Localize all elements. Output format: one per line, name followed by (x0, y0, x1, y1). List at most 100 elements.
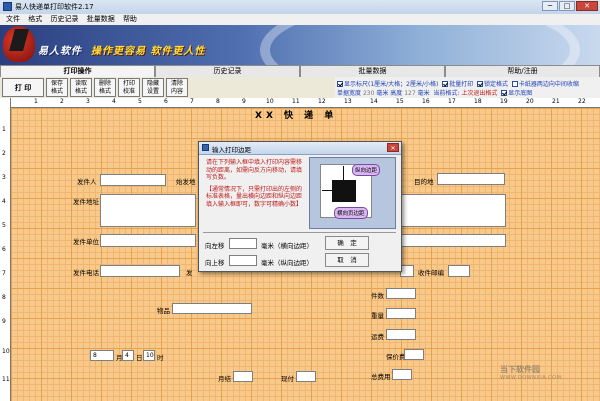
minimize-button[interactable]: ─ (542, 1, 558, 11)
ruler-left: 1 2 3 4 5 6 7 8 9 10 11 (0, 98, 11, 401)
tab-history[interactable]: 历史记录 (155, 65, 300, 77)
cancel-button[interactable]: 取 消 (325, 253, 369, 267)
ruler-top-mark: 19 (500, 98, 508, 105)
ok-button[interactable]: 确 定 (325, 236, 369, 250)
sender-address-field[interactable] (100, 194, 196, 227)
menu-batch[interactable]: 批量数据 (87, 14, 115, 25)
ruler-left-mark: 2 (2, 150, 6, 157)
pieces-label: 件数 (371, 292, 384, 300)
menu-history[interactable]: 历史记录 (50, 14, 78, 25)
ruler-left-mark: 4 (2, 198, 6, 205)
goods-field[interactable] (172, 303, 252, 314)
receiver-zip-field[interactable] (448, 265, 470, 277)
sender-phone-field[interactable] (100, 265, 180, 277)
sender-phone-label: 发件电话 (73, 269, 99, 277)
left-shift-input[interactable] (229, 238, 257, 249)
margin-illustration: 纵向边距 横向页边距 (309, 157, 396, 229)
dialog-icon (202, 144, 209, 151)
maximize-button[interactable]: □ (559, 1, 575, 11)
show-bg-checkbox[interactable] (501, 90, 508, 96)
ruler-top-mark: 21 (552, 98, 560, 105)
receiver-phone-field[interactable] (400, 265, 414, 277)
weight-label: 重量 (371, 312, 384, 320)
time-field[interactable]: 10 (143, 350, 155, 361)
destination-label: 目的地 (414, 178, 434, 186)
freight-field[interactable] (386, 329, 416, 340)
ruler-top-mark: 2 (60, 98, 64, 105)
ruler-top-mark: 10 (266, 98, 274, 105)
receiver-org-field[interactable] (400, 234, 506, 247)
window-controls: ─ □ ✕ (541, 1, 598, 12)
cod-field[interactable] (296, 371, 316, 382)
tab-help[interactable]: 帮助/注册 (445, 65, 600, 77)
title-bar: 易人快递单打印软件2.17 ─ □ ✕ (0, 0, 600, 15)
weight-field[interactable] (386, 308, 416, 319)
day-field[interactable]: 4 (122, 350, 134, 361)
cod-label: 现付 (281, 375, 294, 383)
ruler-top-mark: 18 (474, 98, 482, 105)
dialog-desc-line1: 请在下列输入框中填入打印内容需移动的距离，如需向反方向移动，请填写负数。 (206, 159, 303, 181)
dialog-desc-line2: 【通常情况下，只需打印出的左侧的标准表格，量出横向边距和纵向边距填入输入框即可，… (206, 185, 303, 208)
hide-settings-button[interactable]: 隐藏 设置 (142, 78, 164, 97)
dialog-divider (203, 232, 396, 233)
destination-field[interactable] (437, 173, 505, 185)
height-value[interactable]: 127 (404, 90, 415, 97)
ruler-top-mark: 17 (448, 98, 456, 105)
month-field[interactable]: 8 (90, 350, 114, 361)
menu-file[interactable]: 文件 (6, 14, 20, 25)
tab-batch[interactable]: 批量数据 (300, 65, 445, 77)
pieces-field[interactable] (386, 288, 416, 299)
receiver-zip-label: 收件邮编 (418, 269, 444, 277)
dialog-close-icon[interactable]: ✕ (387, 143, 399, 152)
options-panel: 显示标尺(1厘米/大格；2厘米/小格) 批量打印 锁定格式 卡纸器两边向中间收缩… (335, 77, 600, 99)
tab-print[interactable]: 打印操作 (0, 65, 155, 77)
clear-content-button[interactable]: 清除 内容 (166, 78, 188, 97)
current-format-value: 上次退出格式 (461, 90, 498, 97)
tab-bar: 打印操作 历史记录 批量数据 帮助/注册 (0, 65, 600, 77)
ruler-top-mark: 11 (292, 98, 300, 105)
ruler-left-mark: 6 (2, 246, 6, 253)
menu-help[interactable]: 帮助 (123, 14, 137, 25)
ruler-top-mark: 7 (190, 98, 194, 105)
insured-field[interactable] (404, 349, 424, 360)
ruler-top-mark: 20 (526, 98, 534, 105)
lock-format-label: 锁定格式 (484, 81, 509, 88)
ruler-left-mark: 9 (2, 318, 6, 325)
ruler-top-mark: 15 (396, 98, 404, 105)
close-button[interactable]: ✕ (576, 1, 598, 11)
slogan-brand: 易人软件 (38, 46, 82, 57)
day-label: 日 (136, 354, 143, 362)
show-ruler-checkbox[interactable] (337, 81, 343, 87)
up-shift-input[interactable] (229, 255, 257, 266)
window-title: 易人快递单打印软件2.17 (15, 3, 94, 11)
prepaid-label: 月结 (218, 375, 231, 383)
ruler-top-mark: 4 (112, 98, 116, 105)
sender-org-field[interactable] (100, 234, 196, 247)
ruler-left-mark: 8 (2, 294, 6, 301)
ruler-left-mark: 5 (2, 222, 6, 229)
ruler-top-mark: 5 (138, 98, 142, 105)
calibrate-button[interactable]: 打印 校准 (118, 78, 140, 97)
ruler-top-mark: 22 (578, 98, 586, 105)
watermark-main: 当下软件园 (500, 365, 540, 374)
batch-print-checkbox[interactable] (442, 81, 449, 87)
lock-format-checkbox[interactable] (477, 81, 484, 87)
width-unit: 毫米 (376, 90, 389, 97)
receiver-address-field[interactable] (400, 194, 506, 227)
delete-format-button[interactable]: 删除 格式 (94, 78, 116, 97)
slogan-text: 操作更容易 软件更人性 (90, 46, 206, 57)
width-value[interactable]: 230 (363, 90, 374, 97)
shrink-checkbox[interactable] (511, 81, 518, 87)
menu-format[interactable]: 格式 (28, 14, 42, 25)
load-format-button[interactable]: 读取 格式 (70, 78, 92, 97)
save-format-button[interactable]: 保存 格式 (46, 78, 68, 97)
prepaid-field[interactable] (233, 371, 253, 382)
total-field[interactable] (392, 369, 412, 380)
left-shift-unit: 毫米（横向边距） (261, 242, 313, 250)
show-bg-label: 显示底图 (508, 90, 533, 97)
ruler-top-mark: 1 (34, 98, 38, 105)
sender-field[interactable] (100, 174, 166, 186)
ruler-top-mark: 6 (164, 98, 168, 105)
print-button[interactable]: 打 印 (2, 78, 44, 97)
horizontal-margin-bubble: 横向页边距 (334, 207, 368, 219)
